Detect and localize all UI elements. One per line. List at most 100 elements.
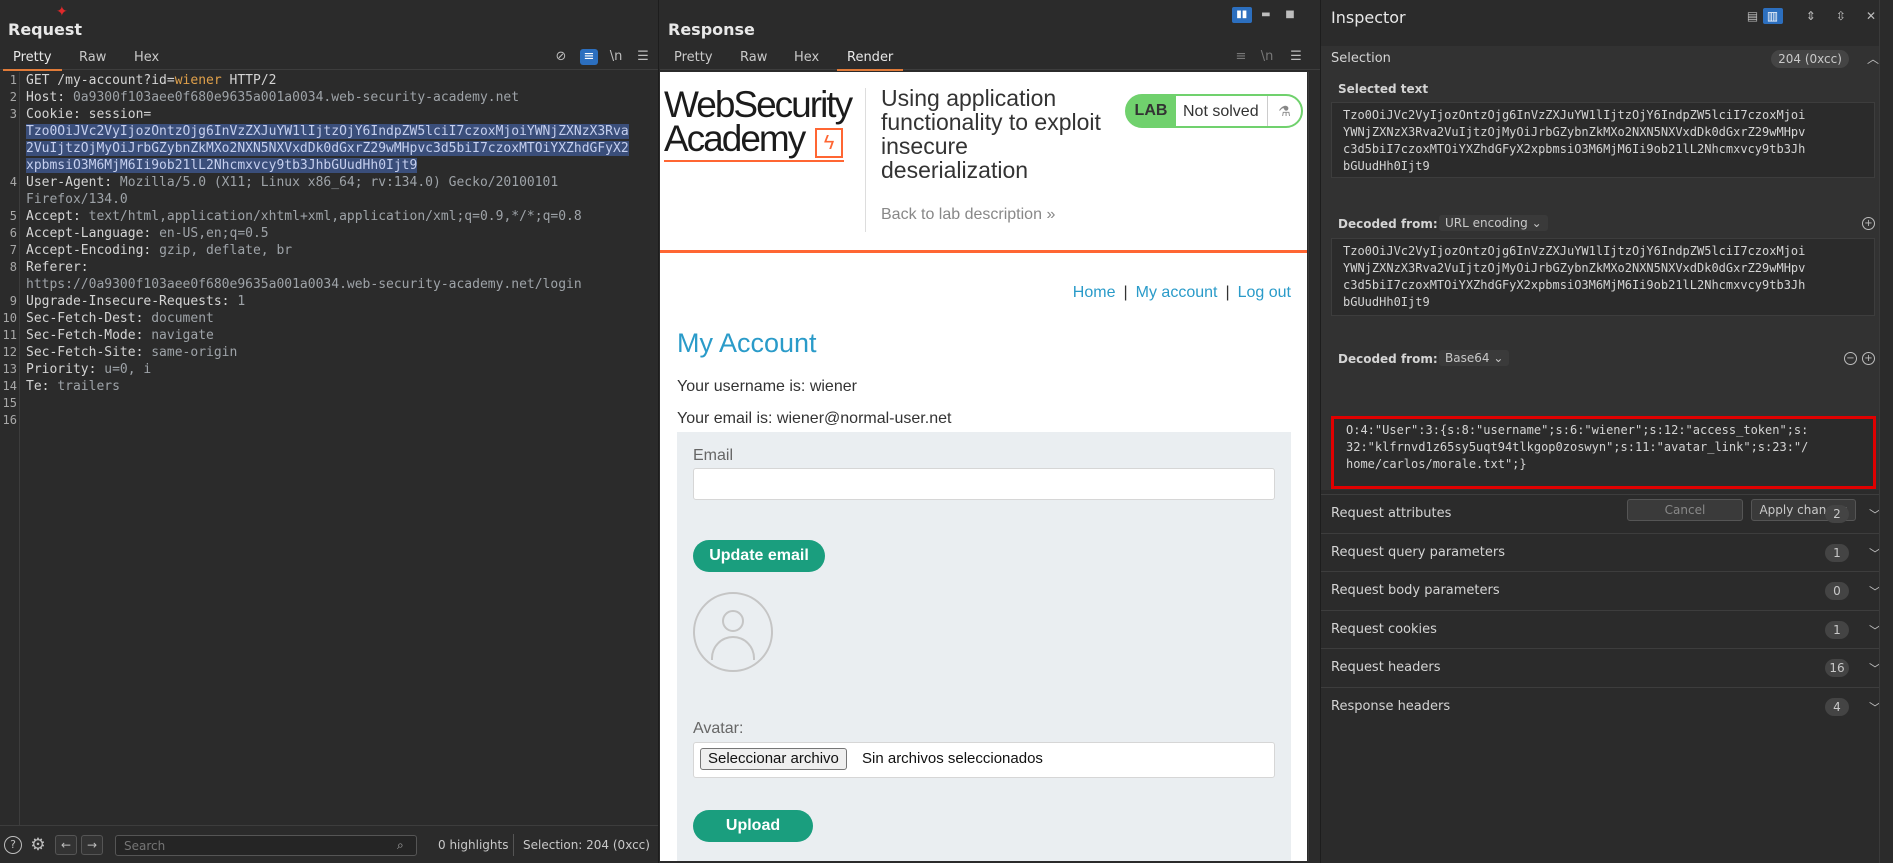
encoding-dropdown-value: URL encoding <box>1445 216 1528 230</box>
inspector-section[interactable]: Request query parameters 1 ﹀ <box>1321 532 1893 571</box>
inspector-section[interactable]: Request body parameters 0 ﹀ <box>1321 571 1893 609</box>
inspector-section[interactable]: Request headers 16 ﹀ <box>1321 648 1893 686</box>
chevron-down-icon: ⌄ <box>1493 351 1504 365</box>
line-number: 12 <box>2 345 17 359</box>
line-number: 1 <box>9 73 17 87</box>
encoding-dropdown[interactable]: Base64 ⌄ <box>1439 350 1510 366</box>
add-decode-icon[interactable]: + <box>1862 217 1875 230</box>
code-token: same-origin <box>151 345 238 360</box>
double-chevron-icon: » <box>1046 206 1056 223</box>
section-count-badge: 1 <box>1825 543 1849 562</box>
tab-pretty[interactable]: Pretty <box>674 50 713 65</box>
text-line: home/carlos/morale.txt";} <box>1346 457 1527 471</box>
search-icon[interactable]: ⌕ <box>397 838 404 853</box>
wrap-icon: ≡ <box>1235 49 1247 64</box>
line-text: Sec-Fetch-Site: same-origin <box>26 344 237 361</box>
line-text: User-Agent: Mozilla/5.0 (X11; Linux x86_… <box>26 174 558 191</box>
layout-split-icon[interactable]: ▮▮ <box>1231 7 1252 23</box>
chevron-up-icon[interactable]: ︿ <box>1867 50 1879 67</box>
nav-logout[interactable]: Log out <box>1238 284 1291 301</box>
text-line: 32:"klfrnvd1z65sy5uqt94tlkgop0zoswyn";s:… <box>1346 440 1809 454</box>
chevron-down-icon: ⌄ <box>1531 216 1542 230</box>
choose-file-button[interactable]: Seleccionar archivo <box>700 748 847 770</box>
menu-icon[interactable]: ☰ <box>1287 49 1305 65</box>
selected-cookie-value: Tzo0OiJVc2VyIjozOntzOjg6InVzZXJuYW1lIjtz… <box>26 124 629 139</box>
code-token: wiener <box>174 73 222 88</box>
collapse-all-icon[interactable]: ⇳ <box>1831 8 1851 24</box>
search-input[interactable] <box>115 835 417 856</box>
selected-text-box[interactable]: Tzo0OiJVc2VyIjozOntzOjg6InVzZXJuYW1lIjtz… <box>1331 102 1875 178</box>
code-token: https://0a9300f103aee0f680e9635a001a0034… <box>26 277 582 292</box>
nav-home[interactable]: Home <box>1073 284 1116 301</box>
request-pane: ✦ Request Pretty Raw Hex ⊘ ≡ \n ☰ 1 GET /… <box>0 0 659 863</box>
code-line: 16 <box>0 412 659 429</box>
decoded-url-box[interactable]: Tzo0OiJVc2VyIjozOntzOjg6InVzZXJuYW1lIjtz… <box>1331 238 1875 316</box>
tab-hex[interactable]: Hex <box>794 50 819 65</box>
update-email-button[interactable]: Update email <box>693 540 825 572</box>
decoded-base64-box[interactable]: O:4:"User":3:{s:8:"username";s:6:"wiener… <box>1331 416 1876 489</box>
encoding-dropdown[interactable]: URL encoding ⌄ <box>1439 215 1548 231</box>
nav-sep: | <box>1225 284 1230 301</box>
code-token: Sec-Fetch-Dest: <box>26 311 152 326</box>
email-field[interactable] <box>693 468 1275 500</box>
tab-raw[interactable]: Raw <box>79 50 106 65</box>
remove-decode-icon[interactable]: − <box>1844 352 1857 365</box>
code-token: Accept: <box>26 209 89 224</box>
section-label: Request attributes <box>1331 506 1452 521</box>
line-text: Priority: u=0, i <box>26 361 151 378</box>
code-line: Firefox/134.0 <box>0 191 659 208</box>
inspector-section[interactable]: Request cookies 1 ﹀ <box>1321 609 1893 648</box>
tab-render[interactable]: Render <box>836 50 904 71</box>
tab-pretty[interactable]: Pretty <box>3 50 62 71</box>
line-number: 13 <box>2 362 17 376</box>
account-form: Email Update email Avatar: Seleccionar a… <box>677 432 1291 861</box>
prev-arrow-icon[interactable]: ← <box>55 835 77 855</box>
flask-icon[interactable]: ⚗ <box>1267 96 1301 126</box>
inspector-section[interactable]: Response headers 4 ﹀ <box>1321 686 1893 725</box>
add-decode-icon[interactable]: + <box>1862 352 1875 365</box>
line-text: Accept: text/html,application/xhtml+xml,… <box>26 208 582 225</box>
inspector-pane: Inspector ▤ ▥ ⇕ ⇳ ✕ Selection 204 (0xcc) … <box>1321 0 1893 863</box>
newline-icon[interactable]: \n <box>607 49 625 65</box>
next-arrow-icon[interactable]: → <box>81 835 103 855</box>
response-pane: Response ▮▮ ▬ ■ Pretty Raw Hex Render ≡ … <box>660 0 1321 863</box>
render-scrollbar[interactable] <box>1308 72 1320 861</box>
close-icon[interactable]: ✕ <box>1861 8 1881 24</box>
tab-raw[interactable]: Raw <box>740 50 767 65</box>
back-to-lab-link[interactable]: Back to lab description » <box>881 206 1055 224</box>
tab-hex[interactable]: Hex <box>134 50 159 65</box>
selection-status: Selection: 204 (0xcc) <box>523 838 650 852</box>
decoded-from-label: Decoded from: <box>1338 352 1438 366</box>
menu-icon[interactable]: ☰ <box>634 49 652 65</box>
layout-panel-icon[interactable]: ▥ <box>1762 8 1783 24</box>
hide-icon[interactable]: ⊘ <box>552 49 570 65</box>
expand-all-icon[interactable]: ⇕ <box>1801 8 1821 24</box>
layout-single-icon[interactable]: ■ <box>1280 7 1300 23</box>
nav-my-account[interactable]: My account <box>1136 284 1218 301</box>
section-label: Request query parameters <box>1331 544 1506 560</box>
help-icon[interactable]: ? <box>4 836 22 854</box>
highlights-count: 0 highlights <box>438 838 509 852</box>
settings-gear-icon[interactable]: ⚙ <box>29 836 47 854</box>
decoded-url-value: Tzo0OiJVc2VyIjozOntzOjg6InVzZXJuYW1lIjtz… <box>1343 243 1874 311</box>
wrap-icon[interactable]: ≡ <box>580 49 598 65</box>
text-line: bGUudHh0Ijt9 <box>1343 159 1430 173</box>
code-token: Sec-Fetch-Mode: <box>26 328 152 343</box>
inspector-scrollbar[interactable] <box>1879 0 1893 863</box>
line-number: 8 <box>9 260 17 274</box>
footer-divider <box>513 834 514 856</box>
text-line: YWNjZXNzX3Rva2VuIjtzOjMyOiJrbGZybnZkMXo2… <box>1343 261 1806 275</box>
selection-label: Selection <box>1331 51 1391 66</box>
inspector-toolbar: ▤ ▥ ⇕ ⇳ ✕ <box>1737 8 1881 24</box>
line-number: 6 <box>9 226 17 240</box>
upload-button[interactable]: Upload <box>693 810 813 842</box>
layout-list-icon[interactable]: ▤ <box>1743 8 1763 24</box>
line-number: 3 <box>9 107 17 121</box>
request-editor[interactable]: 1 GET /my-account?id=wiener HTTP/2 2 Host: … <box>0 72 658 825</box>
layout-stack-icon[interactable]: ▬ <box>1256 7 1276 23</box>
line-number: 14 <box>2 379 17 393</box>
code-line: 3 Cookie: session= <box>0 106 659 123</box>
code-token: HTTP/2 <box>221 73 277 88</box>
inspector-section[interactable]: Request attributes 2 ﹀ <box>1321 494 1893 532</box>
line-text: Accept-Encoding: gzip, deflate, br <box>26 242 292 259</box>
